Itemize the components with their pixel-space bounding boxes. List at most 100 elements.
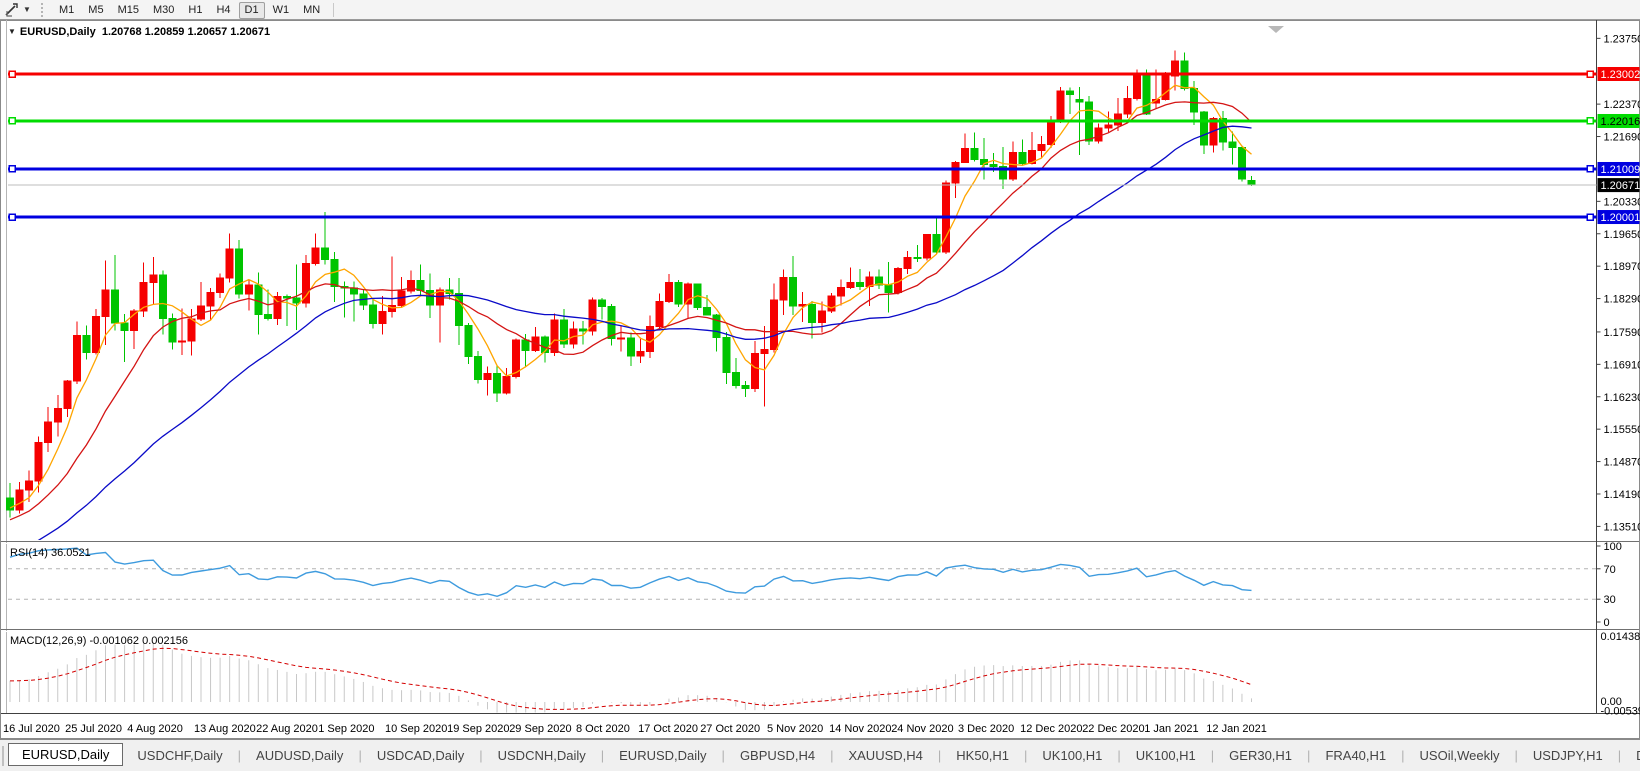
candle-body [541,337,548,352]
toolbar-separator [333,3,334,17]
candle-body [904,258,911,269]
chart-tab-fra40-h1[interactable]: FRA40,H1 [1311,745,1400,766]
date-label: 25 Jul 2020 [65,723,122,735]
price-tick-label: 1.16910 [1604,359,1640,371]
chart-title-collapse-icon[interactable]: ▼ [8,27,16,36]
candle-body [1143,75,1150,114]
candle-body [369,305,376,323]
timeframe-button-w1[interactable]: W1 [267,2,296,19]
price-tick-label: 1.14190 [1604,489,1640,501]
hline-handle[interactable] [9,214,15,220]
candle-body [790,278,797,307]
chart-tab-audusd-daily[interactable]: AUDUSD,Daily [242,745,357,766]
candle-body [408,280,415,290]
chart-tab-usoil-weekly[interactable]: USOil,Weekly [1406,745,1514,766]
candle-body [264,314,271,318]
timeframe-button-d1[interactable]: D1 [239,2,265,19]
hline-1.21009-badge-label: 1.21009 [1601,164,1640,176]
timeframe-button-h1[interactable]: H1 [182,2,208,19]
date-label: 8 Oct 2020 [576,723,630,735]
chart-tab-uk100-h1[interactable]: UK100,H1 [1028,745,1116,766]
chart-title-symbol: EURUSD,Daily [20,26,96,38]
timeframe-button-m15[interactable]: M15 [112,2,145,19]
timeframe-button-m30[interactable]: M30 [147,2,180,19]
date-label: 10 Sep 2020 [385,723,447,735]
candle-body [1124,98,1131,114]
candle-body [1200,112,1207,145]
current-price-badge-label: 1.20671 [1601,180,1640,192]
candle-body [26,481,33,490]
hline-handle[interactable] [1587,214,1593,220]
toolbar-grip-handle[interactable] [41,3,46,17]
chart-tab-gbpusd-h4[interactable]: GBPUSD,H4 [726,745,829,766]
candle-body [723,338,730,373]
candle-body [837,288,844,297]
timeframe-button-h4[interactable]: H4 [210,2,236,19]
candle-body [35,443,42,482]
hline-handle[interactable] [9,71,15,77]
macd-axis-label: -0.005396 [1601,706,1640,718]
candle-body [150,275,157,282]
timeframe-button-m5[interactable]: M5 [82,2,109,19]
hline-handle[interactable] [1587,118,1593,124]
chart-frame [1,21,1640,739]
date-label: 4 Aug 2020 [127,723,183,735]
chart-tab-usdchf-daily[interactable]: USDCHF,Daily [123,745,236,766]
chart-tab-bar: EURUSD,DailyUSDCHF,Daily|AUDUSD,Daily|US… [0,739,1640,771]
chart-title-ohlc: 1.20768 1.20859 1.20657 1.20671 [102,26,270,38]
candle-body [1191,88,1198,112]
candle-body [771,300,778,350]
price-tick-label: 1.16230 [1604,392,1640,404]
candle-body [1076,99,1083,102]
date-label: 17 Oct 2020 [638,723,698,735]
chart-tab-usdcad-daily[interactable]: USDCAD,Daily [363,745,478,766]
hline-handle[interactable] [9,166,15,172]
chart-tab-usdcnh-daily[interactable]: USDCNH,Daily [484,745,600,766]
candle-body [522,340,529,350]
candle-body [112,290,119,323]
chart-tab-xauusd-h4[interactable]: XAUUSD,H4 [834,745,936,766]
chart-tab-eurusd-daily[interactable]: EURUSD,Daily [605,745,720,766]
crosshair-cursor-tool-icon[interactable] [3,2,21,18]
tabbar-grip [2,746,4,766]
timeframe-button-m1[interactable]: M1 [53,2,80,19]
candle-body [856,282,863,286]
candle-body [637,351,644,356]
candle-body [1009,153,1016,179]
chart-title: ▼ EURUSD,Daily 1.20768 1.20859 1.20657 1.… [8,26,270,38]
candle-body [971,148,978,159]
candle-body [1057,91,1064,122]
date-label: 19 Sep 2020 [447,723,509,735]
chart-canvas[interactable]: 1.237501.223701.216901.203301.196501.189… [0,20,1640,739]
chart-tab-eurusd-daily[interactable]: EURUSD,Daily [8,743,123,766]
hline-handle[interactable] [1587,166,1593,172]
hline-handle[interactable] [1587,71,1593,77]
candle-body [1238,147,1245,178]
chart-tab-hk50-h1[interactable]: HK50,H1 [942,745,1023,766]
candle-body [474,357,481,380]
candle-body [627,338,634,356]
candle-body [64,381,71,409]
macd-indicator-label: MACD(12,26,9) -0.001062 0.002156 [10,635,188,647]
candle-body [417,280,424,290]
date-label: 14 Nov 2020 [829,723,891,735]
chart-tab-uk100-h1[interactable]: UK100,H1 [1122,745,1210,766]
candle-body [713,315,720,338]
tool-dropdown-arrow-icon[interactable]: ▼ [21,5,33,14]
hline-handle[interactable] [9,118,15,124]
candle-body [217,278,224,292]
chart-tab-dj30-daily[interactable]: DJ30,Daily [1622,745,1640,766]
candle-body [809,304,816,322]
candle-body [1095,128,1102,141]
candle-body [1067,91,1074,95]
price-tick-label: 1.15550 [1604,424,1640,436]
candle-body [379,311,386,323]
candle-body [1229,142,1236,148]
candle-body [914,258,921,259]
candle-body [780,278,787,300]
date-label: 24 Nov 2020 [891,723,953,735]
chart-tab-ger30-h1[interactable]: GER30,H1 [1215,745,1306,766]
chart-tab-usdjpy-h1[interactable]: USDJPY,H1 [1519,745,1617,766]
candle-body [102,290,109,317]
timeframe-button-mn[interactable]: MN [297,2,326,19]
